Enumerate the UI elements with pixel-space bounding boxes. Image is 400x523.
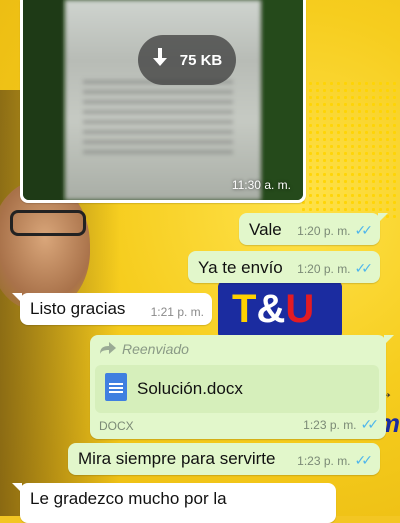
double-check-icon: ✓✓ (354, 452, 374, 468)
message-time: 1:20 p. m. (297, 223, 351, 238)
incoming-message[interactable]: Listo gracias 1:21 p. m. (12, 293, 212, 325)
forward-icon (100, 341, 116, 357)
document-attachment[interactable]: Solución.docx (95, 365, 379, 413)
message-text: Vale (249, 220, 282, 239)
document-icon (105, 373, 127, 401)
image-message[interactable]: 75 KB 11:30 a. m. (20, 0, 306, 203)
message-text: Le gradezco mucho por la (30, 489, 227, 508)
double-check-icon: ✓✓ (360, 416, 380, 432)
message-time: 1:20 p. m. (297, 261, 351, 276)
forwarded-label: Reenviado (100, 341, 189, 357)
image-thumbnail[interactable]: 75 KB 11:30 a. m. (23, 0, 303, 200)
outgoing-message[interactable]: Vale 1:20 p. m. ✓✓ (239, 213, 388, 245)
document-message[interactable]: Reenviado Solución.docx DOCX 1:23 p. m. … (90, 335, 394, 439)
wallpaper-logo: T&U (218, 281, 342, 339)
double-check-icon: ✓✓ (354, 260, 374, 276)
message-time: 1:23 p. m. (297, 453, 351, 468)
message-time: 1:21 p. m. (150, 305, 204, 319)
outgoing-message[interactable]: Ya te envío 1:20 p. m. ✓✓ (188, 251, 380, 283)
download-icon (152, 47, 168, 73)
double-check-icon: ✓✓ (354, 222, 374, 238)
incoming-message[interactable]: Le gradezco mucho por la (12, 483, 336, 523)
message-text: Ya te envío (198, 258, 283, 277)
message-text: Mira siempre para servirte (78, 449, 276, 468)
outgoing-message[interactable]: Mira siempre para servirte 1:23 p. m. ✓✓ (68, 443, 380, 475)
logo-letter-u: U (285, 287, 315, 331)
message-text: Listo gracias (30, 299, 126, 318)
download-size: 75 KB (179, 51, 223, 69)
wallpaper-dot-pattern (300, 80, 400, 220)
message-time: 1:23 p. m. (303, 417, 357, 432)
download-button[interactable]: 75 KB (138, 35, 236, 85)
wallpaper-glasses (10, 210, 86, 236)
document-file-type: DOCX (99, 419, 134, 433)
logo-letter-t: T (232, 287, 257, 331)
logo-ampersand: & (256, 287, 286, 331)
document-file-name: Solución.docx (137, 379, 243, 398)
message-time: 11:30 a. m. (231, 178, 291, 192)
